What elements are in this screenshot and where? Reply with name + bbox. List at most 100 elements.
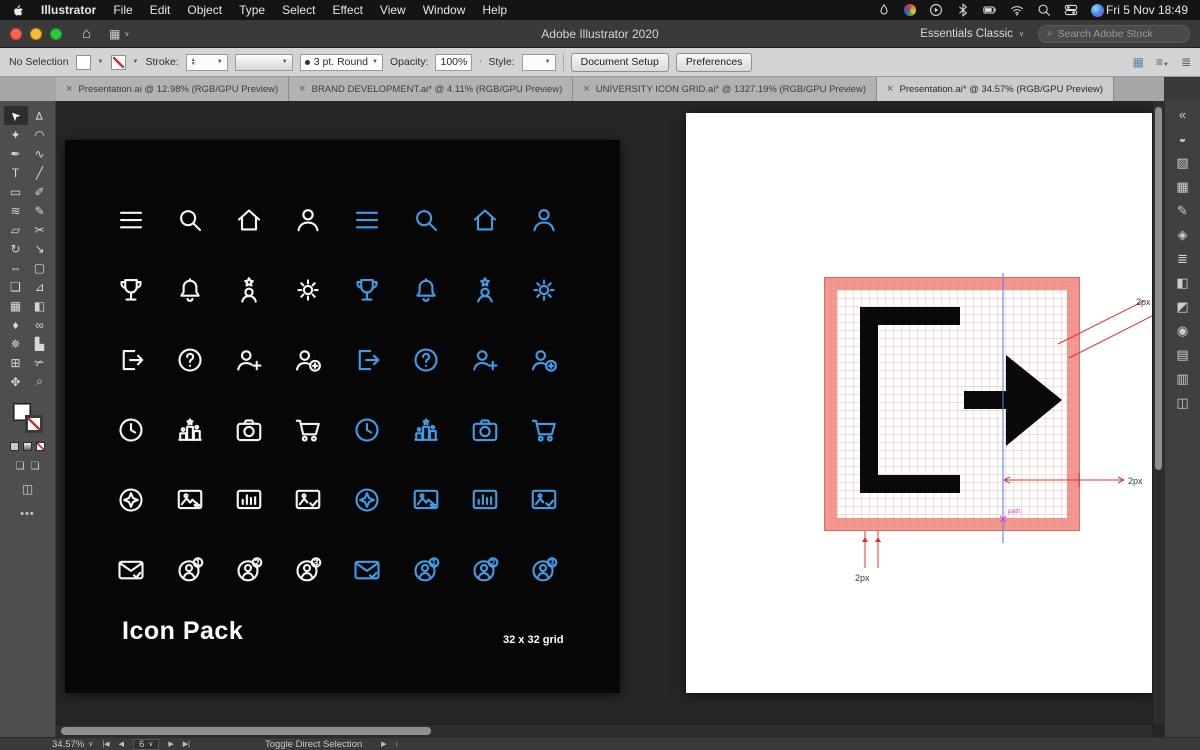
tool-type[interactable]: T xyxy=(4,163,28,182)
artboards-panel-icon[interactable]: ◫ xyxy=(1176,396,1188,410)
utility-icon[interactable] xyxy=(877,3,891,17)
none-button[interactable] xyxy=(36,442,45,451)
color-guide-panel-icon[interactable]: ▧ xyxy=(1176,156,1188,170)
gear-icon[interactable] xyxy=(514,255,573,325)
next-artboard-button[interactable]: ▶ xyxy=(168,740,173,748)
clock-icon[interactable] xyxy=(101,395,160,465)
tool-mesh[interactable]: ▦ xyxy=(4,296,28,315)
symbols-panel-icon[interactable]: ◈ xyxy=(1178,228,1188,242)
user-2-icon[interactable]: 2 xyxy=(219,535,278,605)
tool-scale[interactable]: ↘ xyxy=(28,239,52,258)
zoom-window-button[interactable] xyxy=(50,27,62,40)
swatches-panel-icon[interactable]: ▦ xyxy=(1176,180,1188,194)
bell-icon[interactable] xyxy=(396,255,455,325)
tool-column-graph[interactable]: ▙ xyxy=(28,334,52,353)
user-plus-circle-icon[interactable] xyxy=(278,325,337,395)
align-panel-icon[interactable]: ▦ xyxy=(1133,55,1144,69)
zoom-control[interactable]: 34.57% ∨ xyxy=(52,739,93,750)
tab-close-icon[interactable]: × xyxy=(887,83,893,95)
appearance-panel-icon[interactable]: ◉ xyxy=(1177,324,1188,338)
compass-star-icon[interactable] xyxy=(337,465,396,535)
tool-curvature[interactable]: ∿ xyxy=(28,144,52,163)
compass-star-icon[interactable] xyxy=(101,465,160,535)
last-artboard-button[interactable]: ▶| xyxy=(183,740,190,748)
image-badge-icon[interactable] xyxy=(396,465,455,535)
wifi-icon[interactable] xyxy=(1010,3,1024,17)
tool-scissors[interactable]: ✂ xyxy=(28,220,52,239)
user-1-icon[interactable]: 1 xyxy=(160,535,219,605)
minimize-window-button[interactable] xyxy=(30,27,42,40)
tool-pen[interactable]: ✒ xyxy=(4,144,28,163)
battery-icon[interactable] xyxy=(983,3,997,17)
user-1-icon[interactable]: 1 xyxy=(396,535,455,605)
help-icon[interactable] xyxy=(160,325,219,395)
graphic-styles-panel-icon[interactable]: ▤ xyxy=(1176,348,1188,362)
winners-podium-icon[interactable] xyxy=(396,395,455,465)
document-tab[interactable]: × UNIVERSITY ICON GRID.ai* @ 1327.19% (RG… xyxy=(573,77,878,101)
play-icon[interactable] xyxy=(929,3,943,17)
options-menu-icon[interactable]: ≡▼ xyxy=(1156,55,1169,69)
bluetooth-icon[interactable] xyxy=(956,3,970,17)
opacity-field[interactable]: 100% xyxy=(435,53,473,71)
tool-selection[interactable]: ➤ xyxy=(3,106,28,125)
document-setup-button[interactable]: Document Setup xyxy=(570,52,669,72)
document-tab[interactable]: × Presentation.ai @ 12.98% (RGB/GPU Previ… xyxy=(56,77,290,101)
menu-icon[interactable] xyxy=(101,185,160,255)
status-play-icon[interactable]: ▶ xyxy=(381,740,386,748)
edit-toolbar-icon[interactable]: ••• xyxy=(20,508,35,520)
stroke-swatch[interactable] xyxy=(110,54,126,70)
user-star-icon[interactable] xyxy=(455,255,514,325)
menu-effect[interactable]: Effect xyxy=(332,3,362,17)
gradient-button[interactable] xyxy=(23,442,32,451)
brush-definition[interactable]: 3 pt. Round ▼ xyxy=(299,53,383,71)
tool-perspective-grid[interactable]: ⊿ xyxy=(28,277,52,296)
user-icon[interactable] xyxy=(278,185,337,255)
control-center-icon[interactable] xyxy=(1064,3,1078,17)
menu-window[interactable]: Window xyxy=(423,3,466,17)
apple-logo-icon[interactable] xyxy=(12,3,26,17)
tool-eraser[interactable]: ▱ xyxy=(4,220,28,239)
tool-shape-builder[interactable]: ❑ xyxy=(4,277,28,296)
color-panel-icon[interactable]: ◒ xyxy=(1179,132,1187,146)
user-icon[interactable] xyxy=(514,185,573,255)
preferences-button[interactable]: Preferences xyxy=(675,52,753,72)
home-icon[interactable] xyxy=(455,185,514,255)
home-icon[interactable]: ⌂ xyxy=(82,25,91,42)
menu-object[interactable]: Object xyxy=(187,3,222,17)
camera-icon[interactable] xyxy=(219,395,278,465)
tool-lasso[interactable]: ◠ xyxy=(28,125,52,144)
logout-icon[interactable] xyxy=(337,325,396,395)
tool-direct-selection[interactable]: ⊳ xyxy=(28,106,52,125)
user-plus-icon[interactable] xyxy=(219,325,278,395)
image-check-icon[interactable] xyxy=(278,465,337,535)
search-icon[interactable] xyxy=(1037,3,1051,17)
draw-behind-icon[interactable]: ❏ xyxy=(31,461,40,472)
variable-width-profile[interactable]: ▼ xyxy=(234,53,293,71)
tool-free-transform[interactable]: ▢ xyxy=(28,258,52,277)
tool-eyedropper[interactable]: ♦ xyxy=(4,315,28,334)
vertical-scrollbar[interactable] xyxy=(1152,101,1164,724)
tool-paintbrush[interactable]: ✐ xyxy=(28,182,52,201)
horizontal-scrollbar[interactable] xyxy=(56,724,1152,737)
user-plus-circle-icon[interactable] xyxy=(514,325,573,395)
tab-close-icon[interactable]: × xyxy=(299,83,305,95)
panel-list-icon[interactable]: ≣ xyxy=(1181,55,1191,69)
tool-rectangle[interactable]: ▭ xyxy=(4,182,28,201)
stroke-weight-field[interactable]: ▲ ▼ ▼ xyxy=(185,53,228,71)
canvas[interactable]: 123123 Icon Pack 32 x 32 grid 2px 2px 2p… xyxy=(56,101,1164,737)
user-plus-icon[interactable] xyxy=(455,325,514,395)
menu-type[interactable]: Type xyxy=(239,3,265,17)
image-chart-icon[interactable] xyxy=(455,465,514,535)
gear-icon[interactable] xyxy=(278,255,337,325)
close-window-button[interactable] xyxy=(10,27,22,40)
tool-width[interactable]: ⇔ xyxy=(4,258,28,277)
arrange-documents-icon[interactable]: ▦ ∨ xyxy=(109,27,129,41)
mail-check-icon[interactable] xyxy=(101,535,160,605)
color-button[interactable] xyxy=(10,442,19,451)
menu-view[interactable]: View xyxy=(380,3,406,17)
image-chart-icon[interactable] xyxy=(219,465,278,535)
tool-pencil[interactable]: ✎ xyxy=(28,201,52,220)
first-artboard-button[interactable]: |◀ xyxy=(102,740,109,748)
search-input[interactable] xyxy=(1057,27,1181,40)
menu-help[interactable]: Help xyxy=(482,3,507,17)
